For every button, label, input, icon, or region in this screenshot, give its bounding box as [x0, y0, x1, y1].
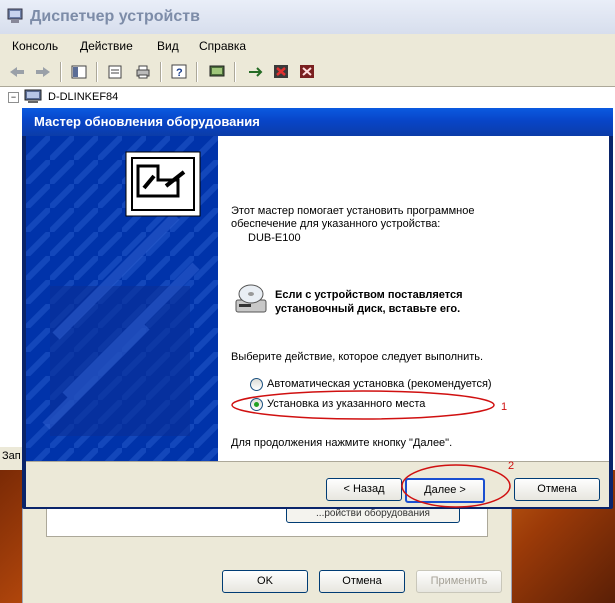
annotation-marker-1: 1: [501, 401, 508, 413]
annotation-marker-2: 2: [508, 460, 515, 472]
annotation-ellipse-2: [401, 464, 511, 508]
annotation-ellipse-1: [231, 390, 495, 420]
annotation-layer: [231, 390, 511, 508]
